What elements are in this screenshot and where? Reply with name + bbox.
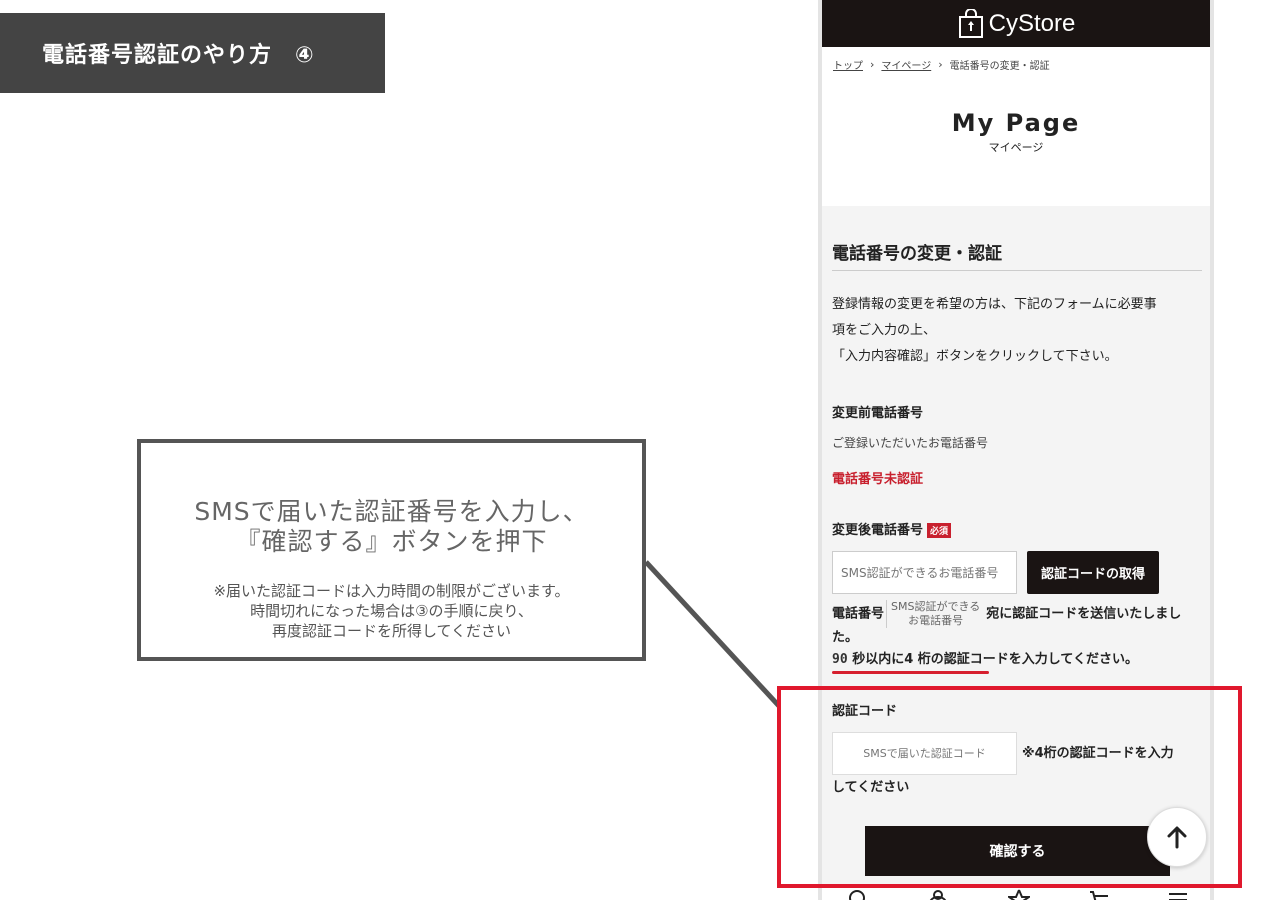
breadcrumb-current: 電話番号の変更・認証 (949, 60, 1050, 72)
get-code-button[interactable]: 認証コードの取得 (1027, 551, 1159, 594)
shopping-bag-logo-icon (958, 8, 983, 38)
code-sent-message: 電話番号 SMS認証ができる お電話番号 宛に認証コードを送信いたしました。 (832, 600, 1204, 648)
verification-status: 電話番号未認証 (832, 472, 924, 487)
section-title: 電話番号の変更・認証 (832, 244, 1002, 264)
brand-name: CyStore (988, 9, 1076, 37)
code-sent-number: SMS認証ができる お電話番号 (886, 600, 984, 628)
timer-underline-marker (832, 671, 989, 674)
after-phone-label: 変更後電話番号 必須 (832, 519, 952, 538)
timer-message: 90 秒以内に4 桁の認証コードを入力してください。 (832, 648, 1138, 667)
page-heading: My Page マイページ (822, 109, 1210, 204)
required-badge: 必須 (927, 523, 952, 538)
breadcrumb-mypage-link[interactable]: マイページ (881, 57, 931, 72)
breadcrumb-separator: › (938, 57, 943, 71)
intro-line3: 「入力内容確認」ボタンをクリックして下さい。 (832, 349, 1118, 364)
user-icon[interactable] (927, 889, 949, 900)
search-icon[interactable] (847, 889, 869, 900)
cart-icon[interactable] (1088, 889, 1110, 900)
intro-line2: 項をご入力の上、 (832, 323, 937, 338)
breadcrumb-separator: › (870, 57, 875, 71)
intro-text: 登録情報の変更を希望の方は、下記のフォームに必要事 項をご入力の上、 「入力内容… (832, 292, 1204, 370)
code-sent-number-line1: SMS認証ができる (891, 600, 981, 613)
before-phone-value: ご登録いただいたお電話番号 (832, 436, 989, 450)
before-phone-label: 変更前電話番号 (832, 406, 924, 421)
code-sent-suffix: 宛に認証コードを送信いたしました。 (832, 606, 1182, 646)
highlight-frame (777, 686, 1242, 888)
section-divider (832, 270, 1202, 271)
page-subtitle: マイページ (988, 141, 1044, 154)
breadcrumb-top-link[interactable]: トップ (833, 57, 863, 72)
breadcrumb: トップ › マイページ › 電話番号の変更・認証 (822, 47, 1210, 72)
after-phone-label-text: 変更後電話番号 (832, 523, 924, 538)
code-sent-number-line2: お電話番号 (908, 614, 964, 627)
intro-line1: 登録情報の変更を希望の方は、下記のフォームに必要事 (832, 297, 1157, 312)
code-sent-prefix: 電話番号 (832, 606, 885, 622)
page-title: My Page (951, 109, 1081, 137)
menu-icon[interactable] (1167, 889, 1189, 900)
star-icon[interactable] (1008, 889, 1030, 900)
new-phone-input[interactable] (832, 551, 1017, 594)
app-header: CyStore (822, 0, 1210, 47)
timer-seconds: 90 (832, 652, 848, 667)
timer-text: 秒以内に4 桁の認証コードを入力してください。 (852, 652, 1138, 667)
